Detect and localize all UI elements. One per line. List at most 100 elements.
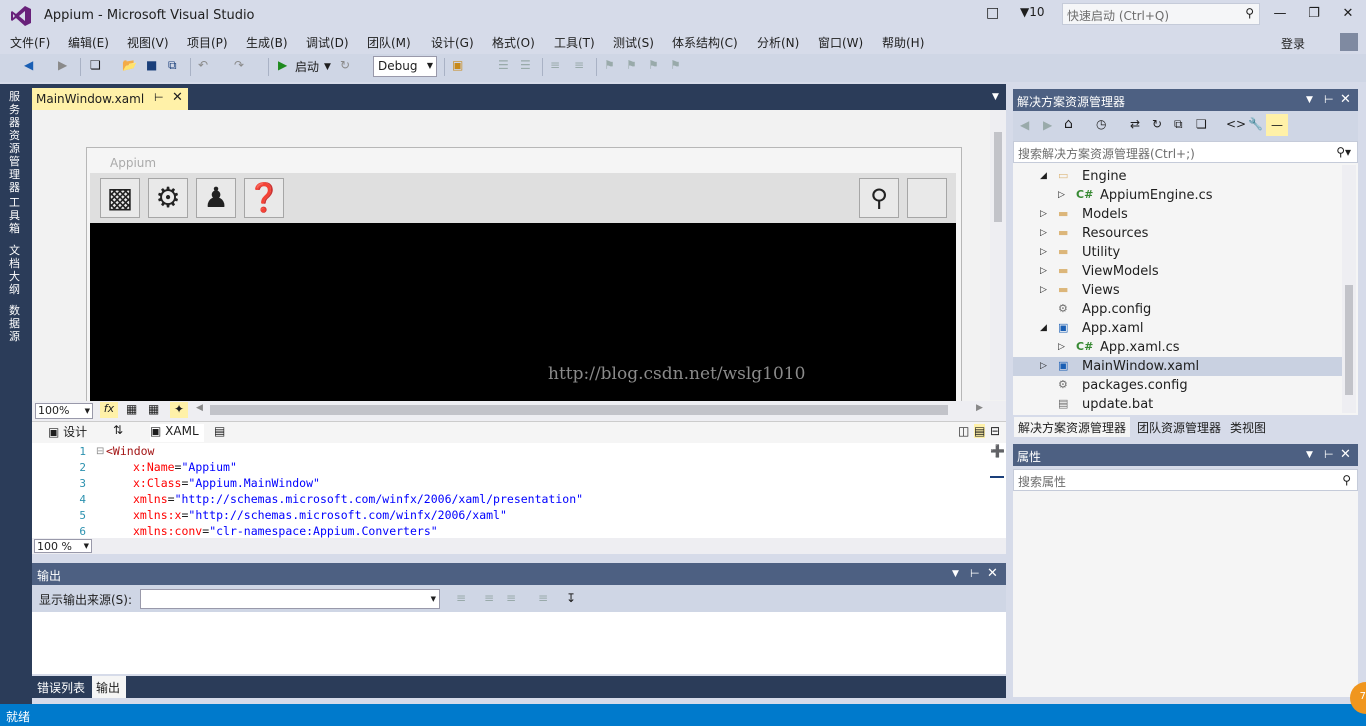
pin-icon[interactable]: ⊢ [154,91,164,104]
undo-icon[interactable]: ↶ [198,58,208,76]
close-icon[interactable]: ✕ [172,90,183,105]
prev-bookmark-icon[interactable]: ⚑ [626,58,637,76]
rail-tab-toolbox[interactable]: 工具箱 [9,196,23,235]
tab-class-view[interactable]: 类视图 [1230,419,1266,436]
menu-design[interactable]: 设计(G) [431,34,474,51]
expand-arrow-icon[interactable]: ▷ [1040,285,1047,295]
properties-search-input[interactable]: 搜索属性 ⚲ [1013,469,1358,491]
rail-tab-data-sources[interactable]: 数据源 [9,304,23,343]
designer-zoom-select[interactable]: 100% ▼ [35,403,93,419]
close-icon[interactable]: ✕ [1340,447,1351,462]
expand-arrow-icon[interactable]: ▷ [1040,361,1047,371]
tree-item-label[interactable]: Engine [1082,167,1127,186]
code-zoom-select[interactable]: 100 % ▼ [34,539,92,553]
tree-item-label[interactable]: App.xaml [1082,319,1143,338]
tab-output[interactable]: 输出 [92,676,126,698]
expand-arrow-icon[interactable]: ▷ [1058,342,1065,352]
sign-in-link[interactable]: 登录 [1281,35,1305,52]
expand-arrow-icon[interactable]: ▷ [1040,228,1047,238]
tree-item-label[interactable]: packages.config [1082,376,1188,395]
panel-menu-icon[interactable]: ▼ [1306,450,1313,460]
menu-test[interactable]: 测试(S) [613,34,654,51]
collapse-arrow-icon[interactable]: ◢ [1040,171,1047,181]
panel-menu-icon[interactable]: ▼ [952,569,959,579]
forward-icon[interactable]: ▶ [58,58,67,76]
tree-item-label[interactable]: Utility [1082,243,1120,262]
designer-vertical-scrollbar[interactable] [990,110,1006,400]
pop-out-icon[interactable]: ▤ [214,424,225,438]
inspector-button[interactable]: ♟ [196,178,236,218]
view-code-icon[interactable]: <> [1226,117,1246,131]
expand-arrow-icon[interactable]: ▷ [1040,209,1047,219]
tab-design[interactable]: ▣ 设计 [48,423,87,440]
tab-overflow-icon[interactable]: ▼ [992,92,999,102]
comment-icon[interactable]: ≡ [550,58,560,76]
back-icon[interactable]: ◀ [1020,118,1029,132]
pin-icon[interactable]: ⊢ [970,567,980,580]
refresh-icon[interactable]: ↻ [1152,117,1162,131]
android-button[interactable]: ▩ [100,178,140,218]
menu-file[interactable]: 文件(F) [10,34,50,51]
show-all-files-icon[interactable]: ❏ [1196,117,1207,131]
prev-message-icon[interactable]: ≡ [484,591,494,605]
menu-edit[interactable]: 编辑(E) [68,34,109,51]
tree-item-label[interactable]: Models [1082,205,1128,224]
tab-xaml[interactable]: ▣ XAML [150,424,204,442]
refresh-icon[interactable]: ↻ [340,58,350,76]
menu-tools[interactable]: 工具(T) [554,34,595,51]
tab-solution-explorer[interactable]: 解决方案资源管理器 [1014,417,1130,437]
tab-mainwindow-xaml[interactable]: MainWindow.xaml ⊢ ✕ [32,88,188,110]
pin-icon[interactable]: ⊢ [1324,93,1334,106]
scroll-left-icon[interactable]: ◀ [196,403,203,413]
clear-all-icon[interactable]: ≡ [538,591,548,605]
tree-item-label[interactable]: MainWindow.xaml [1082,357,1199,376]
new-project-icon[interactable]: ❏ [90,58,101,76]
tree-scrollbar[interactable] [1342,165,1356,413]
sync-icon[interactable]: ⇄ [1130,117,1140,131]
tree-item-label[interactable]: App.config [1082,300,1151,319]
split-editor-icon[interactable]: ➕ [990,444,1005,458]
restore-button[interactable]: ❐ [1304,6,1324,22]
menu-team[interactable]: 团队(M) [367,34,411,51]
tree-item-label[interactable]: ViewModels [1082,262,1159,281]
collapse-arrow-icon[interactable]: ◢ [1040,323,1047,333]
tree-item-label[interactable]: update.bat [1082,395,1153,414]
start-icon[interactable]: ▶ [278,58,287,76]
save-icon[interactable]: ■ [146,58,157,76]
vertical-split-icon[interactable]: ◫ [958,424,969,438]
quick-launch-input[interactable]: 快速启动 (Ctrl+Q) ⚲ [1062,3,1260,25]
help-button[interactable]: ❓ [244,178,284,218]
properties-wrench-icon[interactable]: 🔧 [1248,117,1263,131]
start-button[interactable]: 启动 [295,58,319,76]
align-icon[interactable]: ☰ [498,58,509,76]
find-in-files-icon[interactable]: ▣ [452,58,463,76]
solution-configuration-select[interactable]: Debug ▼ [373,56,437,77]
menu-analyze[interactable]: 分析(N) [757,34,799,51]
designer-horizontal-scrollbar[interactable] [210,405,948,415]
output-text-area[interactable] [32,612,1006,674]
uncomment-icon[interactable]: ≡ [574,58,584,76]
close-window-button[interactable]: ✕ [1338,6,1358,22]
grid-icon[interactable]: ▦ [126,402,137,416]
home-icon[interactable]: ⌂ [1064,116,1073,132]
output-source-select[interactable]: ▼ [140,589,440,609]
menu-view[interactable]: 视图(V) [127,34,169,51]
expand-arrow-icon[interactable]: ▷ [1058,190,1065,200]
panel-menu-icon[interactable]: ▼ [1306,95,1313,105]
tab-error-list[interactable]: 错误列表 [34,678,88,697]
pending-changes-icon[interactable]: ◷ [1096,117,1106,131]
menu-format[interactable]: 格式(O) [492,34,535,51]
menu-window[interactable]: 窗口(W) [818,34,863,51]
menu-build[interactable]: 生成(B) [246,34,288,51]
rail-tab-document-outline[interactable]: 文档大纲 [9,244,23,296]
swap-panes-icon[interactable]: ⇅ [113,423,123,437]
scroll-right-icon[interactable]: ▶ [976,403,983,413]
search-button[interactable]: ⚲ [859,178,899,218]
collapse-all-icon[interactable]: ⧉ [1174,117,1183,132]
pin-icon[interactable]: ⊢ [1324,448,1334,461]
scroll-thumb[interactable] [994,132,1002,222]
menu-debug[interactable]: 调试(D) [306,34,349,51]
redo-icon[interactable]: ↷ [234,58,244,76]
expand-arrow-icon[interactable]: ▷ [1040,247,1047,257]
clear-bookmarks-icon[interactable]: ⚑ [670,58,681,76]
